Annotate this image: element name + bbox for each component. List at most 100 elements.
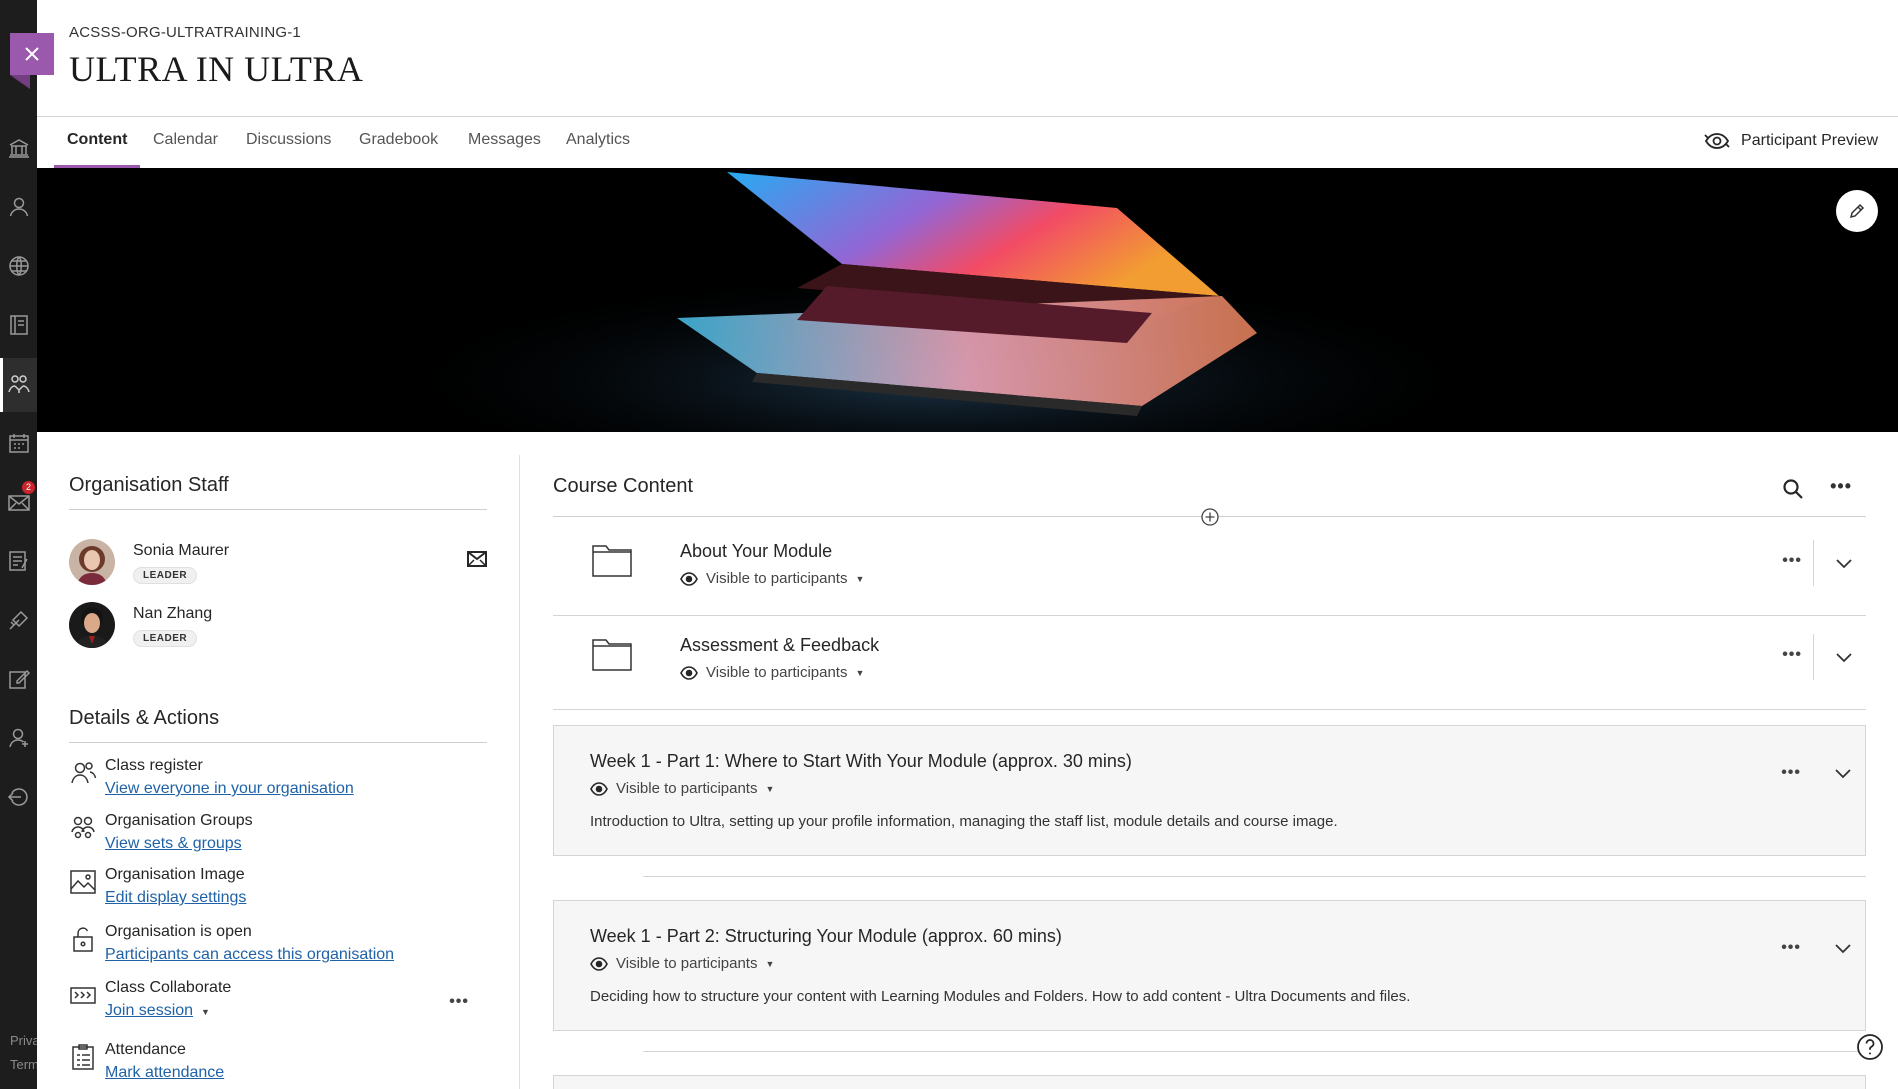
detail-title: Organisation is open <box>105 923 252 940</box>
org-staff-heading: Organisation Staff <box>69 474 487 510</box>
chevron-down-icon[interactable] <box>1833 764 1853 784</box>
privacy-link[interactable]: Privacy <box>10 1033 37 1048</box>
close-icon <box>25 47 39 61</box>
edit-note-icon[interactable] <box>7 667 31 691</box>
chevron-down-icon[interactable] <box>1834 648 1854 668</box>
visibility-dropdown[interactable]: Visible to participants ▼ <box>590 780 774 797</box>
visibility-dropdown[interactable]: Visible to participants ▼ <box>590 955 774 972</box>
chevron-down-icon[interactable] <box>1833 939 1853 959</box>
edit-banner-button[interactable] <box>1836 190 1878 232</box>
staff-member: Sonia Maurer LEADER <box>69 539 487 589</box>
search-icon[interactable] <box>1782 478 1804 500</box>
globe-icon[interactable] <box>7 254 31 278</box>
folder-more-button[interactable]: ••• <box>1782 552 1802 570</box>
join-session-link[interactable]: Join session ▼ <box>105 1002 210 1020</box>
content-folder: Assessment & Feedback Visible to partici… <box>553 616 1866 710</box>
content-more-button[interactable]: ••• <box>1830 476 1852 497</box>
app-window: 2 Privacy Terms ACSSS-ORG-ULTRATRAINING-… <box>0 0 1898 1089</box>
collaborate-more-button[interactable]: ••• <box>449 993 469 1011</box>
tab-messages[interactable]: Messages <box>468 131 541 162</box>
account-icon[interactable] <box>7 726 31 750</box>
avatar[interactable] <box>69 602 115 648</box>
chevron-down-icon: ▼ <box>855 667 865 678</box>
grades-icon[interactable] <box>7 549 31 573</box>
tab-gradebook[interactable]: Gradebook <box>359 131 438 162</box>
close-course-button[interactable] <box>10 33 54 89</box>
tab-discussions[interactable]: Discussions <box>246 131 331 162</box>
chevron-down-icon: ▼ <box>201 1007 210 1017</box>
course-nav-tabs: Content Calendar Discussions Gradebook M… <box>37 116 1898 169</box>
row-separator <box>1813 540 1814 586</box>
tools-icon[interactable] <box>7 608 31 632</box>
staff-name[interactable]: Nan Zhang <box>133 605 212 623</box>
left-navigation-rail: 2 Privacy Terms <box>0 0 37 1089</box>
module-more-button[interactable]: ••• <box>1781 939 1801 957</box>
join-session-label: Join session <box>105 1002 194 1019</box>
learning-module <box>553 1075 1866 1089</box>
folder-icon <box>592 545 632 577</box>
row-divider <box>643 876 1866 877</box>
column-divider <box>519 455 520 1089</box>
visibility-dropdown[interactable]: Visible to participants ▼ <box>680 664 864 681</box>
folder-more-button[interactable]: ••• <box>1782 646 1802 664</box>
staff-name[interactable]: Sonia Maurer <box>133 542 229 560</box>
course-sidebar: Organisation Staff Sonia Maurer LEADER N… <box>69 432 524 1089</box>
module-title[interactable]: Week 1 - Part 2: Structuring Your Module… <box>590 926 1062 947</box>
module-more-button[interactable]: ••• <box>1781 764 1801 782</box>
participants-access-link[interactable]: Participants can access this organisatio… <box>105 946 394 964</box>
courses-icon[interactable] <box>7 313 31 337</box>
row-divider <box>643 1051 1866 1052</box>
folder-title[interactable]: About Your Module <box>680 541 832 562</box>
mark-attendance-link[interactable]: Mark attendance <box>105 1064 224 1082</box>
sign-out-icon[interactable] <box>7 785 31 809</box>
organisations-icon[interactable] <box>7 372 31 396</box>
course-content-heading: Course Content <box>553 475 694 497</box>
role-badge: LEADER <box>133 630 198 647</box>
course-id: ACSSS-ORG-ULTRATRAINING-1 <box>69 24 301 41</box>
course-title: ULTRA IN ULTRA <box>69 49 364 89</box>
visibility-label: Visible to participants <box>616 780 758 797</box>
help-icon[interactable] <box>1856 1033 1884 1061</box>
folder-icon <box>592 639 632 671</box>
edit-display-settings-link[interactable]: Edit display settings <box>105 889 246 907</box>
eye-icon <box>590 956 608 971</box>
view-sets-groups-link[interactable]: View sets & groups <box>105 835 242 853</box>
email-icon[interactable] <box>467 551 487 567</box>
profile-icon[interactable] <box>7 195 31 219</box>
tab-analytics[interactable]: Analytics <box>566 131 630 162</box>
chevron-down-icon: ▼ <box>765 783 775 794</box>
pencil-icon <box>1849 203 1865 219</box>
preview-icon <box>1704 133 1730 149</box>
module-title[interactable]: Week 1 - Part 1: Where to Start With You… <box>590 751 1132 772</box>
detail-title: Attendance <box>105 1041 186 1058</box>
view-everyone-link[interactable]: View everyone in your organisation <box>105 780 354 798</box>
calendar-icon[interactable] <box>7 431 31 455</box>
detail-title: Organisation Groups <box>105 812 253 829</box>
detail-class-register: Class register View everyone in your org… <box>69 757 487 803</box>
staff-member: Nan Zhang LEADER <box>69 602 487 652</box>
avatar[interactable] <box>69 539 115 585</box>
unlock-icon <box>73 927 93 952</box>
image-icon <box>70 870 96 894</box>
visibility-dropdown[interactable]: Visible to participants ▼ <box>680 570 864 587</box>
tab-calendar[interactable]: Calendar <box>153 131 218 162</box>
terms-link[interactable]: Terms <box>10 1057 37 1072</box>
detail-class-collaborate: Class Collaborate Join session ▼ ••• <box>69 979 487 1025</box>
role-badge: LEADER <box>133 567 198 584</box>
detail-title: Class register <box>105 757 203 774</box>
detail-org-open: Organisation is open Participants can ac… <box>69 923 487 969</box>
details-heading: Details & Actions <box>69 707 487 743</box>
folder-title[interactable]: Assessment & Feedback <box>680 635 879 656</box>
chevron-down-icon[interactable] <box>1834 554 1854 574</box>
laptop-illustration <box>37 168 1898 432</box>
course-banner-image <box>37 168 1898 432</box>
people-icon <box>71 762 97 784</box>
participant-preview-button[interactable]: Participant Preview <box>1703 129 1878 153</box>
row-separator <box>1813 634 1814 680</box>
tab-content[interactable]: Content <box>67 131 127 162</box>
participant-preview-label: Participant Preview <box>1741 132 1878 149</box>
visibility-label: Visible to participants <box>616 955 758 972</box>
eye-icon <box>680 571 698 586</box>
institution-icon[interactable] <box>7 136 31 160</box>
visibility-label: Visible to participants <box>706 570 848 587</box>
